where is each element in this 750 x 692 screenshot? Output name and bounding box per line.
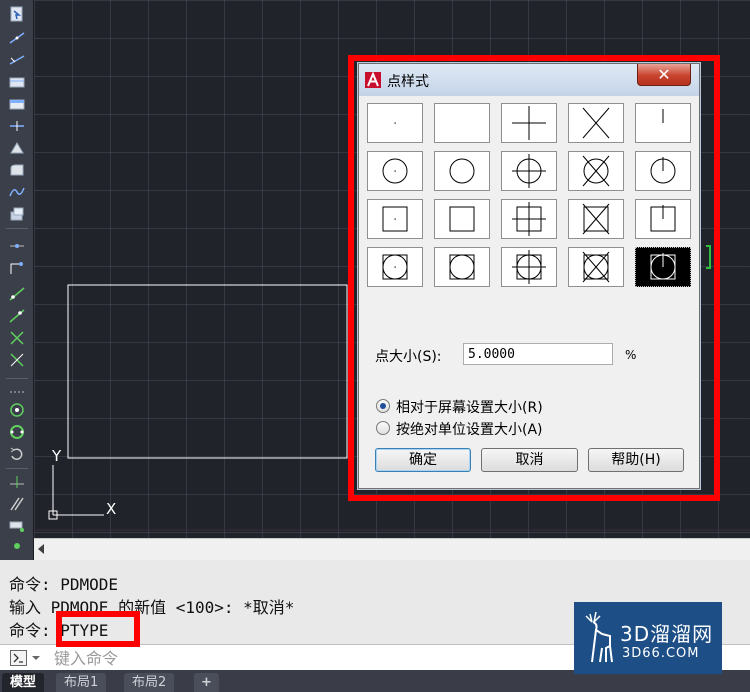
parallel-tool-icon[interactable]	[8, 496, 26, 512]
command-highlight-box	[56, 611, 140, 647]
horizontal-scrollbar[interactable]	[34, 538, 750, 560]
toolbar-separator	[6, 468, 28, 469]
extend-tool-icon[interactable]	[8, 286, 26, 302]
donut-tool-icon[interactable]	[8, 424, 26, 440]
polyline-tool-icon[interactable]	[8, 74, 26, 90]
point-tool-icon[interactable]	[8, 238, 26, 254]
rectangle-tool-icon[interactable]	[8, 96, 26, 112]
polygon-tool-icon[interactable]	[8, 140, 26, 156]
add-layout-tab[interactable]: +	[194, 673, 219, 692]
circle-tool-icon[interactable]	[8, 402, 26, 418]
tangent-tool-icon[interactable]	[8, 518, 26, 534]
toolbar-separator	[6, 378, 28, 379]
snap-tool-icon[interactable]	[8, 474, 26, 490]
deer-logo-icon	[585, 611, 613, 663]
ucs-x-label: X	[106, 500, 117, 518]
node-tool-icon[interactable]	[8, 540, 26, 556]
dialog-highlight-box	[348, 55, 720, 501]
rotate-tool-icon[interactable]	[8, 446, 26, 462]
scroll-left-icon[interactable]	[38, 544, 44, 554]
tab-model[interactable]: 模型	[2, 673, 45, 692]
left-toolbar	[0, 0, 34, 560]
drawn-rectangle[interactable]	[67, 284, 348, 459]
intersection-tool-icon[interactable]	[8, 330, 26, 346]
dashed-line-tool-icon[interactable]	[8, 384, 26, 400]
command-line-2: 输入 PDMODE 的新值 <100>: *取消*	[9, 598, 295, 617]
toolbar-separator	[6, 228, 28, 229]
region-tool-icon[interactable]	[8, 162, 26, 178]
perpendicular-tool-icon[interactable]	[8, 352, 26, 368]
command-prompt-icon[interactable]	[10, 650, 44, 666]
trim-tool-icon[interactable]	[8, 308, 26, 324]
tab-layout1[interactable]: 布局1	[56, 673, 107, 692]
ucs-y-label: Y	[52, 447, 62, 465]
move-tool-icon[interactable]	[8, 118, 26, 134]
xline-tool-icon[interactable]	[8, 52, 26, 68]
command-line-1: 命令: PDMODE	[9, 575, 119, 594]
block-tool-icon[interactable]	[8, 206, 26, 222]
watermark-brand: 3D溜溜网	[620, 622, 714, 646]
select-tool-icon[interactable]	[8, 6, 26, 22]
line-tool-icon[interactable]	[8, 30, 26, 46]
hatch-tool-icon[interactable]	[8, 260, 26, 276]
ucs-icon	[48, 465, 104, 520]
command-input[interactable]	[54, 647, 554, 669]
watermark-logo: 3D溜溜网 3D66.COM	[574, 602, 722, 674]
spline-tool-icon[interactable]	[8, 184, 26, 200]
tab-layout2[interactable]: 布局2	[124, 673, 175, 692]
watermark-domain: 3D66.COM	[622, 646, 700, 661]
